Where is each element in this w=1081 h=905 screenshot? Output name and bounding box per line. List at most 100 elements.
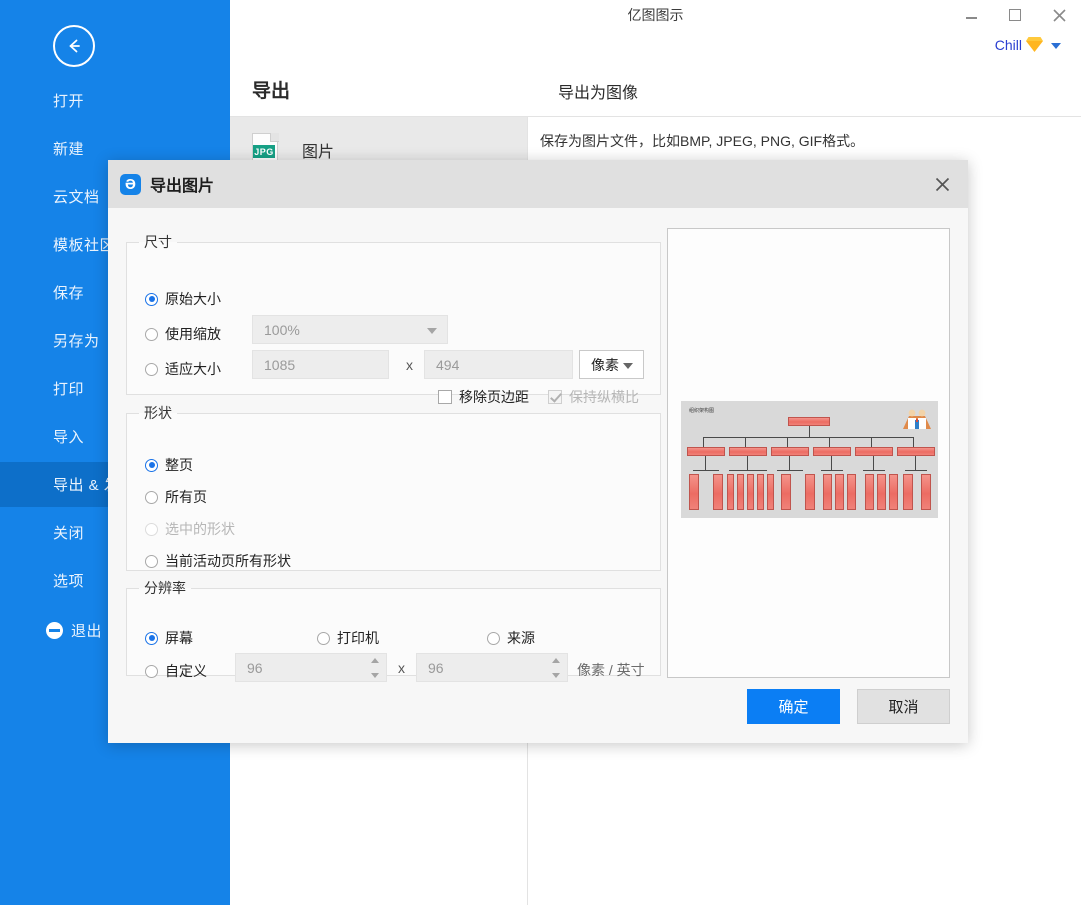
org-node-l3 [781, 474, 791, 510]
radio-label: 打印机 [337, 630, 379, 646]
connector [747, 456, 748, 470]
radio-indicator[interactable] [145, 490, 158, 504]
org-node-l2 [855, 447, 893, 456]
connector [829, 437, 830, 447]
connector [873, 456, 874, 470]
stepper-down-icon[interactable] [552, 672, 560, 678]
dpi-y-input[interactable]: 96 [416, 653, 568, 682]
dpi-y-value: 96 [428, 659, 444, 676]
sidebar-item-label: 打开 [53, 93, 85, 110]
fit-width-value: 1085 [264, 356, 296, 373]
resolution-group: 分辨率 屏幕 打印机 来源 自定义 96 x 96 像素 / 英寸 [126, 578, 661, 682]
sidebar-item-label: 模板社区 [53, 237, 116, 254]
connector [787, 437, 788, 447]
stepper-down-icon[interactable] [371, 672, 379, 678]
radio-use-scale[interactable]: 使用缩放 [145, 324, 221, 344]
stepper-up-icon[interactable] [552, 657, 560, 663]
sidebar-item-label: 退出 [71, 623, 103, 640]
account-name: Chill [994, 36, 1022, 53]
radio-label: 自定义 [165, 663, 207, 679]
org-node-l3 [877, 474, 886, 510]
connector [913, 437, 914, 447]
size-x-separator: x [406, 357, 413, 373]
org-node-l2 [897, 447, 935, 456]
account-menu[interactable]: Chill [995, 36, 1061, 53]
chevron-down-icon [427, 327, 437, 334]
back-arrow-icon[interactable] [53, 25, 95, 67]
stepper-up-icon[interactable] [371, 657, 379, 663]
page-title: 导出 [252, 81, 291, 102]
checkbox-indicator[interactable] [438, 390, 452, 404]
circle-minus-icon [46, 622, 63, 639]
sidebar-item-label: 关闭 [53, 525, 85, 542]
dialog-close-button[interactable] [916, 160, 968, 208]
connector [729, 470, 767, 471]
radio-indicator[interactable] [487, 631, 500, 645]
preview-page: 组织架构图 [681, 401, 938, 518]
radio-screen[interactable]: 屏幕 [145, 628, 193, 648]
radio-source[interactable]: 来源 [487, 628, 535, 648]
radio-indicator[interactable] [145, 458, 158, 472]
export-preview: 组织架构图 [667, 228, 950, 678]
radio-indicator[interactable] [317, 631, 330, 645]
size-group: 尺寸 原始大小 使用缩放 100% 适应大小 1085 x 494 像素 移除页… [126, 232, 661, 405]
radio-all-pages[interactable]: 所有页 [145, 487, 207, 507]
dpi-y-stepper[interactable] [552, 657, 561, 678]
org-node-l3 [689, 474, 699, 510]
radio-indicator[interactable] [145, 631, 158, 645]
shape-group-legend: 形状 [144, 405, 172, 421]
export-description: 保存为图片文件，比如BMP, JPEG, PNG, GIF格式。 [540, 133, 865, 149]
fit-height-value: 494 [436, 356, 460, 373]
fit-width-input[interactable]: 1085 [252, 350, 389, 379]
radio-indicator[interactable] [145, 292, 158, 306]
radio-fit-size[interactable]: 适应大小 [145, 359, 221, 379]
dpi-unit-label: 像素 / 英寸 [577, 662, 645, 678]
org-node-l2 [771, 447, 809, 456]
radio-label: 适应大小 [165, 361, 221, 377]
size-unit-select[interactable]: 像素 [579, 350, 644, 379]
fit-height-input[interactable]: 494 [424, 350, 573, 379]
dpi-x-stepper[interactable] [371, 657, 380, 678]
org-node-root [788, 417, 830, 426]
org-node-l3 [805, 474, 815, 510]
dpi-x-input[interactable]: 96 [235, 653, 387, 682]
radio-indicator[interactable] [145, 554, 158, 568]
connector [905, 470, 927, 471]
maximize-button[interactable] [993, 0, 1037, 30]
checkbox-indicator [548, 390, 562, 404]
radio-active-page-shapes[interactable]: 当前活动页所有形状 [145, 551, 291, 571]
org-node-l2 [813, 447, 851, 456]
radio-printer[interactable]: 打印机 [317, 628, 379, 648]
cancel-button[interactable]: 取消 [857, 689, 950, 724]
app-window: 打开 新建 云文档 模板社区 保存 另存为 打印 导入 导出 & 发布 关闭 选… [0, 0, 1081, 905]
radio-indicator[interactable] [145, 362, 158, 376]
confirm-button[interactable]: 确定 [747, 689, 840, 724]
sidebar-item-label: 保存 [53, 285, 85, 302]
org-node-l3 [865, 474, 874, 510]
radio-whole-page[interactable]: 整页 [145, 455, 193, 475]
connector [831, 456, 832, 470]
org-node-l3 [727, 474, 734, 510]
connector [777, 470, 803, 471]
vip-diamond-icon [1026, 37, 1043, 52]
scale-value: 100% [264, 321, 300, 338]
close-button[interactable] [1037, 0, 1081, 30]
radio-original-size[interactable]: 原始大小 [145, 289, 221, 309]
org-node-l3 [747, 474, 754, 510]
radio-custom[interactable]: 自定义 [145, 661, 207, 681]
close-icon [935, 177, 949, 191]
scale-select[interactable]: 100% [252, 315, 448, 344]
radio-indicator[interactable] [145, 327, 158, 341]
size-group-legend: 尺寸 [144, 234, 172, 250]
chevron-down-icon [1051, 43, 1061, 49]
radio-indicator[interactable] [145, 664, 158, 678]
page-subtitle: 导出为图像 [558, 85, 639, 102]
close-icon [1052, 8, 1066, 22]
sidebar-item-open[interactable]: 打开 [0, 78, 230, 123]
radio-label: 使用缩放 [165, 326, 221, 342]
radio-label: 所有页 [165, 489, 207, 505]
sidebar-item-label: 另存为 [53, 333, 100, 350]
dialog-title: 导出图片 [150, 178, 215, 195]
minimize-button[interactable] [949, 0, 993, 30]
connector [863, 470, 885, 471]
